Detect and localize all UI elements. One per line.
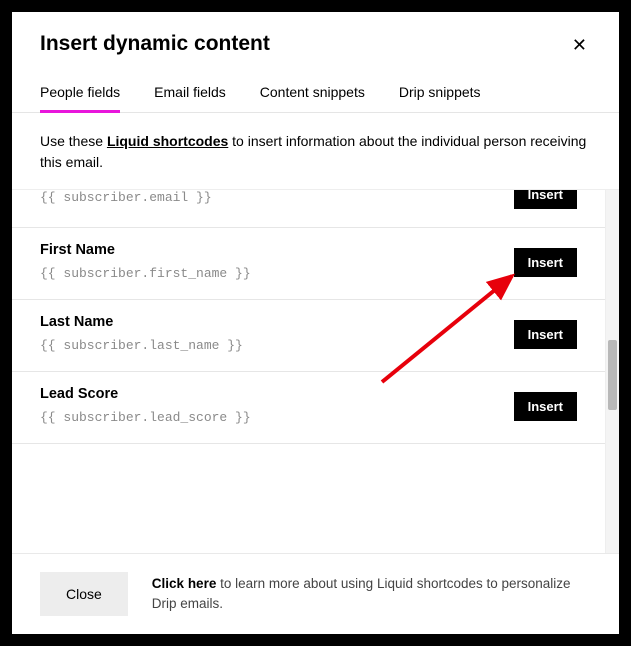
insert-button[interactable]: Insert <box>514 248 577 277</box>
insert-dynamic-content-modal: Insert dynamic content ✕ People fields E… <box>12 12 619 634</box>
field-row-last-name: Last Name {{ subscriber.last_name }} Ins… <box>12 300 605 372</box>
modal-footer: Close Click here to learn more about usi… <box>12 553 619 634</box>
footer-help-text: Click here to learn more about using Liq… <box>152 574 591 615</box>
field-code: {{ subscriber.lead_score }} <box>40 410 514 425</box>
tab-content-snippets[interactable]: Content snippets <box>260 76 365 112</box>
fields-scroll-area[interactable]: {{ subscriber.email }} Insert First Name… <box>12 190 605 553</box>
tab-email-fields[interactable]: Email fields <box>154 76 226 112</box>
tab-bar: People fields Email fields Content snipp… <box>12 76 619 113</box>
modal-title: Insert dynamic content <box>40 32 270 56</box>
desc-pre: Use these <box>40 133 107 149</box>
field-row-email: {{ subscriber.email }} Insert <box>12 190 605 228</box>
insert-button[interactable]: Insert <box>514 392 577 421</box>
field-label: First Name <box>40 242 514 258</box>
field-code: {{ subscriber.first_name }} <box>40 266 514 281</box>
liquid-shortcodes-link[interactable]: Liquid shortcodes <box>107 133 228 149</box>
field-label: Lead Score <box>40 386 514 402</box>
field-code: {{ subscriber.email }} <box>40 190 514 205</box>
close-icon[interactable]: ✕ <box>568 32 591 58</box>
scrollbar-thumb[interactable] <box>608 340 617 410</box>
field-label: Last Name <box>40 314 514 330</box>
click-here-link[interactable]: Click here <box>152 576 217 591</box>
insert-button[interactable]: Insert <box>514 320 577 349</box>
field-row-first-name: First Name {{ subscriber.first_name }} I… <box>12 228 605 300</box>
scrollbar[interactable] <box>605 190 619 553</box>
close-button[interactable]: Close <box>40 572 128 616</box>
field-row-lead-score: Lead Score {{ subscriber.lead_score }} I… <box>12 372 605 444</box>
description-text: Use these Liquid shortcodes to insert in… <box>12 113 619 189</box>
tab-people-fields[interactable]: People fields <box>40 76 120 112</box>
insert-button[interactable]: Insert <box>514 190 577 209</box>
field-code: {{ subscriber.last_name }} <box>40 338 514 353</box>
tab-drip-snippets[interactable]: Drip snippets <box>399 76 481 112</box>
modal-header: Insert dynamic content ✕ <box>12 12 619 66</box>
